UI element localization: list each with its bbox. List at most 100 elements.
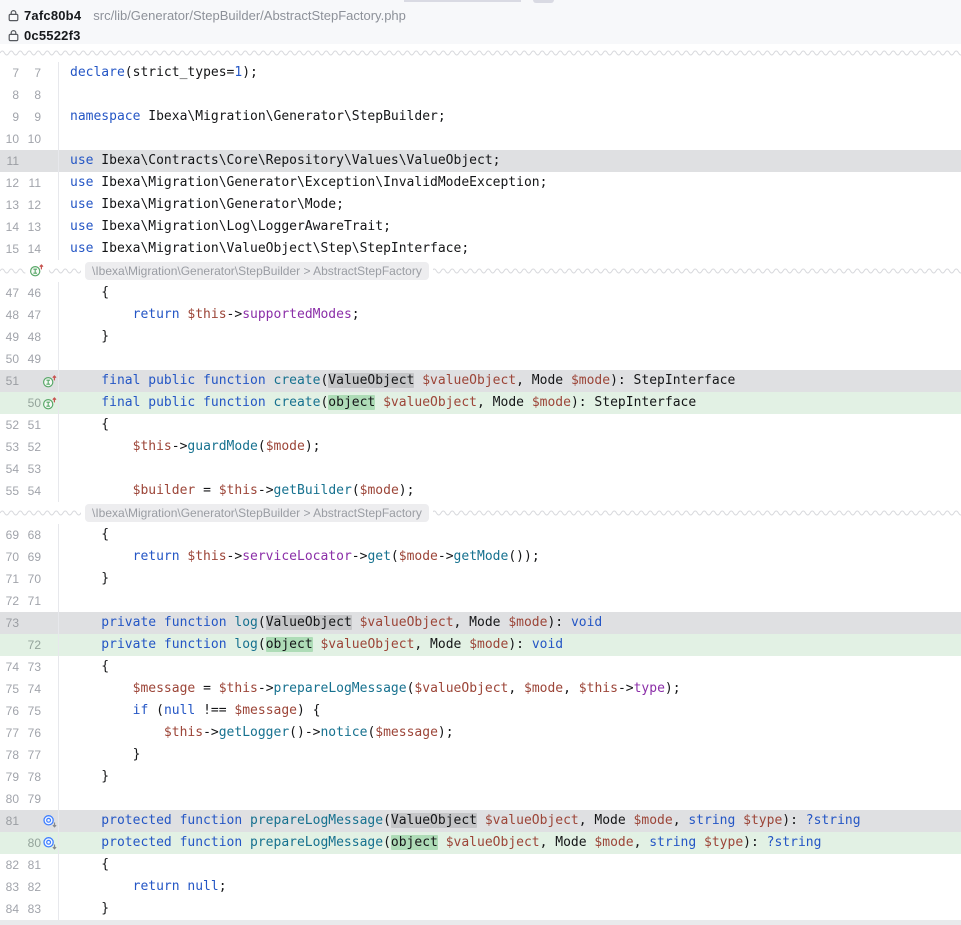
bottom-strip (0, 920, 961, 925)
code-line[interactable]: 8483 } (0, 898, 961, 920)
code-line[interactable]: 4847 return $this->supportedModes; (0, 304, 961, 326)
old-line-number: 13 (2, 194, 19, 216)
method-overridden-icon[interactable] (42, 814, 58, 829)
new-line-number: 73 (23, 656, 41, 678)
method-overridden-icon[interactable] (42, 836, 58, 851)
code-line[interactable]: 1413 use Ibexa\Migration\Log\LoggerAwareT… (0, 216, 961, 238)
diff-header: 7afc80b4 src/lib/Generator/StepBuilder/A… (0, 0, 961, 44)
code-text (59, 788, 961, 810)
new-line-number: 8 (23, 84, 41, 106)
old-line-number: 10 (2, 128, 19, 150)
code-line[interactable]: 7675 if (null !== $message) { (0, 700, 961, 722)
code-line[interactable]: 1312use Ibexa\Migration\Generator\Mode; (0, 194, 961, 216)
code-line[interactable]: 7473 { (0, 656, 961, 678)
collapsed-scope-label: \Ibexa\Migration\Generator\StepBuilder >… (85, 504, 429, 522)
new-line-number: 80 (23, 832, 41, 854)
code-text: { (59, 524, 961, 546)
code-line[interactable]: 4746 { (0, 282, 961, 304)
code-text: { (59, 282, 961, 304)
old-line-number: 11 (2, 150, 19, 172)
code-line[interactable]: 7776 $this->getLogger()->notice($message… (0, 722, 961, 744)
new-line-number: 82 (23, 876, 41, 898)
code-line[interactable]: 6968 { (0, 524, 961, 546)
new-line-number: 13 (23, 216, 41, 238)
code-line[interactable]: 5453 (0, 458, 961, 480)
old-line-number (2, 634, 19, 656)
new-line-number: 78 (23, 766, 41, 788)
diff-viewer: 7afc80b4 src/lib/Generator/StepBuilder/A… (0, 0, 961, 925)
code-text: return $this->supportedModes; (59, 304, 961, 326)
new-line-number: 68 (23, 524, 41, 546)
old-line-number: 8 (2, 84, 19, 106)
old-line-number: 82 (2, 854, 19, 876)
old-line-number: 14 (2, 216, 19, 238)
code-line[interactable]: 8281 { (0, 854, 961, 876)
header-separator-wave (0, 44, 961, 62)
code-line[interactable]: 5251 { (0, 414, 961, 436)
code-line[interactable]: 5049 (0, 348, 961, 370)
old-line-number: 75 (2, 678, 19, 700)
code-line[interactable]: 7877 } (0, 744, 961, 766)
implements-interface-icon[interactable] (42, 396, 58, 411)
collapsed-region-separator[interactable]: \Ibexa\Migration\Generator\StepBuilder >… (0, 502, 961, 524)
code-text: } (59, 766, 961, 788)
code-text: private function log(object $valueObject… (59, 634, 961, 656)
old-line-number: 53 (2, 436, 19, 458)
old-line-number: 73 (2, 612, 19, 634)
old-line-number: 83 (2, 876, 19, 898)
old-line-number: 70 (2, 546, 19, 568)
code-text: protected function prepareLogMessage(obj… (59, 832, 961, 854)
implements-interface-icon[interactable] (27, 263, 47, 278)
new-line-number: 7 (23, 62, 41, 84)
code-line[interactable]: 1514use Ibexa\Migration\ValueObject\Step… (0, 238, 961, 260)
old-line-number (2, 392, 19, 414)
code-line[interactable]: 7069 return $this->serviceLocator->get($… (0, 546, 961, 568)
old-line-number: 79 (2, 766, 19, 788)
code-text (59, 590, 961, 612)
code-line[interactable]: 4948 } (0, 326, 961, 348)
code-line[interactable]: 5554 $builder = $this->getBuilder($mode)… (0, 480, 961, 502)
code-line[interactable]: 8079 (0, 788, 961, 810)
code-line[interactable]: 88 (0, 84, 961, 106)
code-line-added[interactable]: 72 private function log(object $valueObj… (0, 634, 961, 656)
code-line-removed[interactable]: 51 final public function create(ValueObj… (0, 370, 961, 392)
code-text: } (59, 898, 961, 920)
new-line-number: 71 (23, 590, 41, 612)
implements-interface-icon[interactable] (42, 374, 58, 389)
new-line-number: 9 (23, 106, 41, 128)
code-line[interactable]: 1010 (0, 128, 961, 150)
code-text: $this->guardMode($mode); (59, 436, 961, 458)
code-line[interactable]: 7978 } (0, 766, 961, 788)
code-text: use Ibexa\Migration\Log\LoggerAwareTrait… (59, 216, 961, 238)
code-line[interactable]: 1211use Ibexa\Migration\Generator\Except… (0, 172, 961, 194)
collapsed-region-separator[interactable]: \Ibexa\Migration\Generator\StepBuilder >… (0, 260, 961, 282)
new-line-number: 81 (23, 854, 41, 876)
code-line[interactable]: 7574 $message = $this->prepareLogMessage… (0, 678, 961, 700)
new-line-number: 46 (23, 282, 41, 304)
code-line-removed[interactable]: 81 protected function prepareLogMessage(… (0, 810, 961, 832)
code-text: $message = $this->prepareLogMessage($val… (59, 678, 961, 700)
new-line-number: 69 (23, 546, 41, 568)
new-line-number: 54 (23, 480, 41, 502)
code-line[interactable]: 99namespace Ibexa\Migration\Generator\St… (0, 106, 961, 128)
old-line-number: 54 (2, 458, 19, 480)
new-line-number: 50 (23, 392, 41, 414)
code-text: { (59, 854, 961, 876)
code-text (59, 128, 961, 150)
code-line-removed[interactable]: 73 private function log(ValueObject $val… (0, 612, 961, 634)
new-line-number: 72 (23, 634, 41, 656)
code-line[interactable]: 77declare(strict_types=1); (0, 62, 961, 84)
code-line-removed[interactable]: 11use Ibexa\Contracts\Core\Repository\Va… (0, 150, 961, 172)
code-line[interactable]: 7271 (0, 590, 961, 612)
code-line-added[interactable]: 80 protected function prepareLogMessage(… (0, 832, 961, 854)
old-line-number: 72 (2, 590, 19, 612)
code-line[interactable]: 7170 } (0, 568, 961, 590)
code-text: namespace Ibexa\Migration\Generator\Step… (59, 106, 961, 128)
code-text: { (59, 414, 961, 436)
code-line-added[interactable]: 50 final public function create(object $… (0, 392, 961, 414)
code-text (59, 458, 961, 480)
code-line[interactable]: 8382 return null; (0, 876, 961, 898)
old-line-number (2, 832, 19, 854)
code-line[interactable]: 5352 $this->guardMode($mode); (0, 436, 961, 458)
code-text: use Ibexa\Migration\ValueObject\Step\Ste… (59, 238, 961, 260)
